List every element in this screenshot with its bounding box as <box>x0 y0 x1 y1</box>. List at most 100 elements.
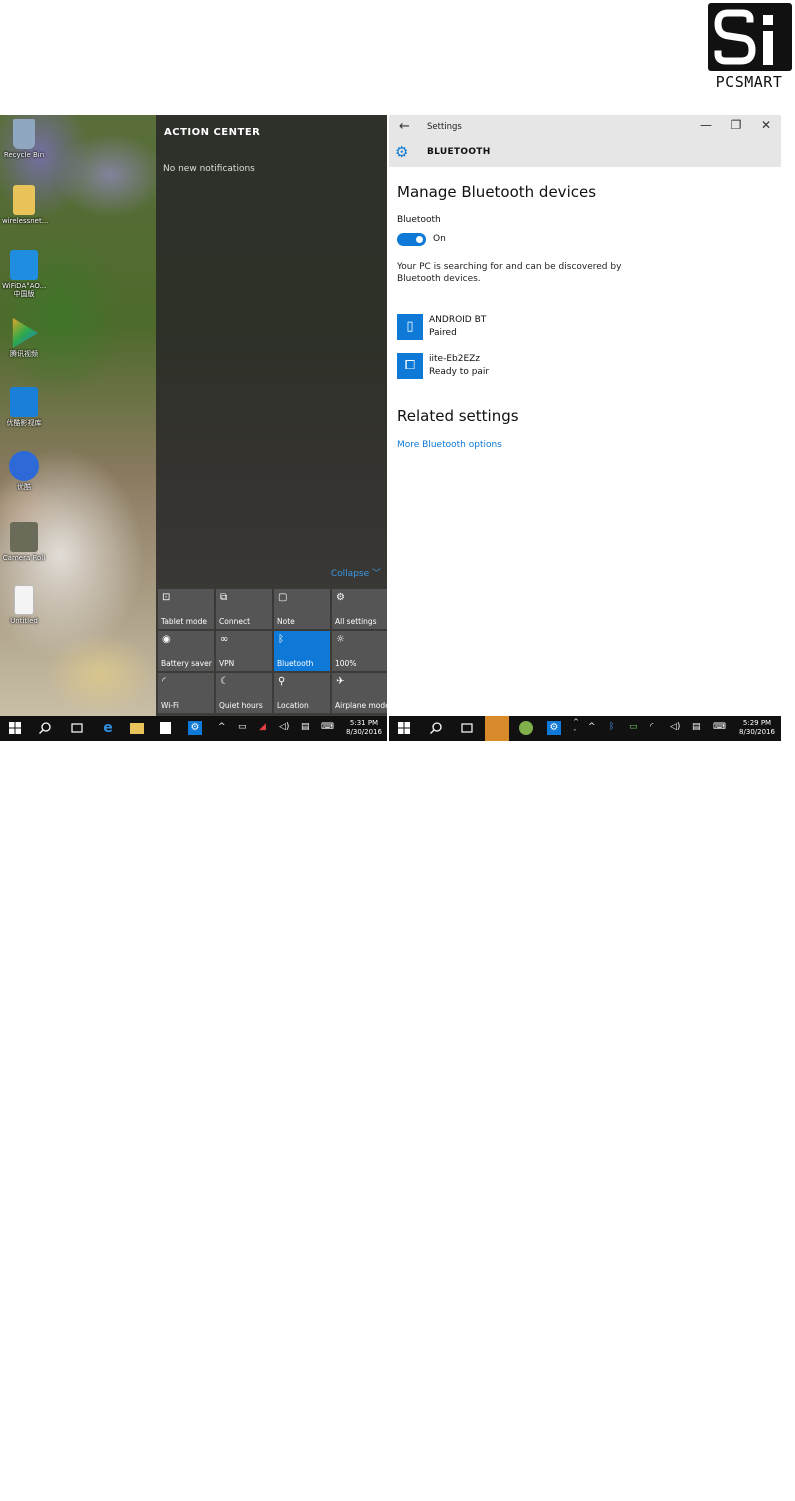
gear-icon: ⚙ <box>336 592 345 603</box>
desktop-icon-youku[interactable]: 优酷 <box>2 451 46 491</box>
action-center-title: ACTION CENTER <box>164 127 261 138</box>
minimize-button[interactable]: — <box>698 118 714 132</box>
quick-action-note[interactable]: ▢ Note <box>274 589 330 629</box>
desktop-icon-label: wirelessnet... <box>2 217 49 225</box>
quick-action-all-settings[interactable]: ⚙ All settings <box>332 589 387 629</box>
quick-action-label: Location <box>277 701 309 710</box>
taskbar-left: e ⚙ ^ ▭ ◢ ◁) ▤ ⌨ 5:31 PM 8/30/2016 <box>0 716 387 741</box>
bluetooth-icon: ᛒ <box>278 634 284 645</box>
quick-action-quiet-hours[interactable]: ☾ Quiet hours <box>216 673 272 713</box>
location-icon: ⚲ <box>278 676 286 687</box>
device-name: iite-Eb2EZz <box>429 354 481 364</box>
clock-date: 8/30/2016 <box>346 727 382 736</box>
back-arrow-icon[interactable]: ← <box>399 119 410 134</box>
desktop-icon-youku-library[interactable]: 优酷影视库 <box>2 387 46 427</box>
document-icon <box>14 585 34 615</box>
moon-icon: ☾ <box>220 676 229 687</box>
wifi-icon[interactable]: ◜ <box>650 722 654 732</box>
battery-saver-icon: ◉ <box>162 634 171 645</box>
quick-action-vpn[interactable]: ∞ VPN <box>216 631 272 671</box>
brightness-icon: ☼ <box>336 634 345 645</box>
quick-action-connect[interactable]: ⧉ Connect <box>216 589 272 629</box>
bluetooth-toggle-label: Bluetooth <box>397 215 441 225</box>
quick-action-label: VPN <box>219 659 235 668</box>
discovery-description: Your PC is searching for and can be disc… <box>397 262 622 285</box>
desktop-icon-wifi-app[interactable]: WiFiDA°AO... 中国版 <box>2 250 46 298</box>
chevron-up-icon[interactable]: ^ <box>588 722 596 732</box>
device-status: Paired <box>429 328 457 338</box>
volume-icon[interactable]: ◁) <box>279 722 289 732</box>
desktop-icon-label: Recycle Bin <box>3 151 45 159</box>
computer-phone-icon: ⧠ <box>397 353 423 379</box>
quick-action-label: Connect <box>219 617 251 626</box>
taskbar-clock[interactable]: 5:31 PM 8/30/2016 <box>342 719 386 737</box>
quick-action-location[interactable]: ⚲ Location <box>274 673 330 713</box>
notification-icon[interactable]: ▤ <box>301 722 310 732</box>
settings-app-icon[interactable]: ⚙ <box>188 721 202 735</box>
no-notifications-text: No new notifications <box>163 164 255 174</box>
search-icon[interactable] <box>38 721 52 735</box>
desktop-icon-label: 腾讯视频 <box>10 350 38 358</box>
gear-icon: ⚙ <box>395 143 409 161</box>
notification-icon[interactable]: ▤ <box>692 722 701 732</box>
related-settings-heading: Related settings <box>397 407 519 425</box>
airplane-icon: ✈ <box>336 676 345 687</box>
pinned-app-icon[interactable] <box>519 721 533 735</box>
settings-app-icon[interactable]: ⚙ <box>547 721 561 735</box>
store-icon[interactable] <box>160 722 171 734</box>
bluetooth-toggle-state: On <box>433 234 446 244</box>
desktop-icon-label: Untitled <box>10 617 38 625</box>
wifi-app-icon <box>10 250 38 280</box>
left-screenshot: Recycle Bin wirelessnet... WiFiDA°AO... … <box>0 115 387 741</box>
quick-action-label: Battery saver <box>161 659 212 668</box>
quick-action-label: Tablet mode <box>161 617 207 626</box>
collapse-link[interactable]: Collapse ﹀ <box>331 566 381 579</box>
device-item-android-bt[interactable]: ▯ ANDROID BT Paired <box>397 314 657 342</box>
video-play-icon <box>12 318 38 348</box>
battery-icon[interactable]: ▭ <box>238 722 247 732</box>
desktop-icon-recycle-bin[interactable]: Recycle Bin <box>2 119 46 159</box>
more-bluetooth-options-link[interactable]: More Bluetooth options <box>397 440 502 450</box>
desktop-icon-untitled[interactable]: Untitled <box>2 585 46 625</box>
volume-icon[interactable]: ◁) <box>670 722 680 732</box>
quick-action-tablet-mode[interactable]: ⊡ Tablet mode <box>158 589 214 629</box>
bluetooth-toggle[interactable] <box>397 233 426 246</box>
right-screenshot: ← Settings — ❐ ✕ ⚙ BLUETOOTH Manage Blue… <box>389 115 781 741</box>
keyboard-icon[interactable]: ⌨ <box>321 722 334 732</box>
quick-action-battery-saver[interactable]: ◉ Battery saver <box>158 631 214 671</box>
device-item-iite[interactable]: ⧠ iite-Eb2EZz Ready to pair <box>397 353 657 381</box>
quick-action-brightness[interactable]: ☼ 100% <box>332 631 387 671</box>
play-circle-icon <box>9 451 39 481</box>
logo-wordmark: PCSMART <box>715 73 783 91</box>
desktop-icon-camera-roll[interactable]: Camera Roll <box>2 522 46 562</box>
task-view-icon[interactable] <box>70 721 84 735</box>
clock-date: 8/30/2016 <box>739 727 775 736</box>
taskbar-right: ⚙ ^ ˇ ^ ᛒ ▭ ◜ ◁) ▤ ⌨ 5:29 PM 8/30/2016 <box>389 716 781 741</box>
file-explorer-icon[interactable] <box>130 723 144 734</box>
network-icon[interactable]: ◢ <box>259 722 266 732</box>
task-view-icon[interactable] <box>460 721 474 735</box>
file-explorer-icon[interactable] <box>485 716 509 741</box>
battery-icon[interactable]: ▭ <box>629 722 638 732</box>
search-icon[interactable] <box>429 721 443 735</box>
keyboard-icon[interactable]: ⌨ <box>713 722 726 732</box>
youku-icon <box>10 387 38 417</box>
quick-action-airplane-mode[interactable]: ✈ Airplane mode <box>332 673 387 713</box>
chevron-up-icon[interactable]: ^ <box>218 722 226 732</box>
scroll-arrows-icon[interactable]: ^ ˇ <box>573 717 579 739</box>
vpn-icon: ∞ <box>220 634 229 645</box>
quick-action-wifi[interactable]: ◜ Wi-Fi <box>158 673 214 713</box>
close-button[interactable]: ✕ <box>758 118 774 132</box>
start-button-icon[interactable] <box>397 721 411 735</box>
folder-icon <box>13 185 35 215</box>
desktop-icon-tencent-video[interactable]: 腾讯视频 <box>2 318 46 358</box>
quick-action-bluetooth[interactable]: ᛒ Bluetooth <box>274 631 330 671</box>
start-button-icon[interactable] <box>8 721 22 735</box>
bluetooth-icon[interactable]: ᛒ <box>609 722 614 732</box>
edge-browser-icon[interactable]: e <box>101 721 115 735</box>
restore-button[interactable]: ❐ <box>728 118 744 132</box>
desktop-icon-wirelessnet[interactable]: wirelessnet... <box>2 185 49 225</box>
taskbar-clock[interactable]: 5:29 PM 8/30/2016 <box>735 719 779 737</box>
settings-title-bar: ← Settings — ❐ ✕ ⚙ BLUETOOTH <box>389 115 781 167</box>
desktop-icon-label: Camera Roll <box>2 554 46 562</box>
